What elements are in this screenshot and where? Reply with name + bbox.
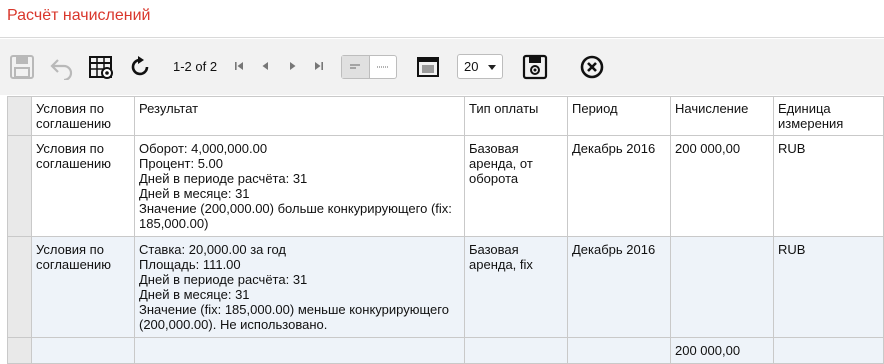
column-header-unit[interactable]: Единица измерения	[773, 96, 884, 136]
page-size-value: 20	[464, 59, 479, 74]
next-page-icon[interactable]	[286, 59, 300, 73]
period-cell: Декабрь 2016	[567, 135, 671, 237]
unit-cell: RUB	[773, 135, 884, 237]
window-icon[interactable]	[414, 53, 442, 81]
column-header-accrual[interactable]: Начисление	[670, 96, 774, 136]
total-empty-cell	[773, 337, 884, 364]
save-icon[interactable]	[8, 53, 36, 81]
total-empty-cell	[134, 337, 465, 364]
title-bar: Расчёт начислений	[0, 0, 884, 38]
accrual-cell: 200 000,00	[670, 135, 774, 237]
undo-icon[interactable]	[48, 53, 76, 81]
align-left-icon[interactable]	[342, 56, 370, 78]
total-empty-cell	[31, 337, 135, 364]
result-line: Значение (fix: 185,000.00) меньше конкур…	[139, 302, 449, 332]
payment-type-cell: Базовая аренда, fix	[464, 236, 568, 338]
first-page-icon[interactable]	[232, 59, 246, 73]
text-wrap-toggle	[341, 55, 397, 79]
grid-settings-icon[interactable]	[87, 53, 115, 81]
align-justify-icon[interactable]	[370, 56, 397, 78]
column-header-payment-type[interactable]: Тип оплаты	[464, 96, 568, 136]
result-line: Площадь: 111.00	[139, 257, 241, 272]
chevron-down-icon	[488, 65, 496, 70]
row-selector[interactable]	[7, 135, 32, 237]
refresh-icon[interactable]	[126, 53, 154, 81]
total-empty-cell	[567, 337, 671, 364]
row-selector[interactable]	[7, 236, 32, 338]
payment-type-cell: Базовая аренда, от оборота	[464, 135, 568, 237]
table-header-row: Условия по соглашению Результат Тип опла…	[7, 96, 884, 136]
result-cell: Ставка: 20,000.00 за год Площадь: 111.00…	[134, 236, 465, 338]
prev-page-icon[interactable]	[258, 59, 272, 73]
toolbar: 1-2 of 2 20	[0, 39, 884, 95]
accruals-table: Условия по соглашению Результат Тип опла…	[7, 96, 884, 364]
result-line: Дней в месяце: 31	[139, 287, 250, 302]
last-page-icon[interactable]	[312, 59, 326, 73]
page-size-select[interactable]: 20	[457, 54, 503, 79]
total-accrual: 200 000,00	[670, 337, 774, 364]
table-row[interactable]: Условия по соглашению Оборот: 4,000,000.…	[7, 135, 884, 237]
pager-text: 1-2 of 2	[173, 59, 218, 74]
result-line: Дней в периоде расчёта: 31	[139, 272, 308, 287]
period-cell: Декабрь 2016	[567, 236, 671, 338]
result-line: Оборот: 4,000,000.00	[139, 141, 268, 156]
result-line: Ставка: 20,000.00 за год	[139, 242, 286, 257]
page-title: Расчёт начислений	[7, 7, 151, 24]
unit-cell: RUB	[773, 236, 884, 338]
column-header-conditions[interactable]: Условия по соглашению	[31, 96, 135, 136]
accrual-cell	[670, 236, 774, 338]
row-selector	[7, 337, 32, 364]
column-header-result[interactable]: Результат	[134, 96, 465, 136]
total-row: 200 000,00	[7, 337, 884, 364]
result-line: Дней в месяце: 31	[139, 186, 250, 201]
row-selector-header[interactable]	[7, 96, 32, 136]
column-header-period[interactable]: Период	[567, 96, 671, 136]
result-line: Процент: 5.00	[139, 156, 223, 171]
result-line: Значение (200,000.00) больше конкурирующ…	[139, 201, 452, 231]
table-row[interactable]: Условия по соглашению Ставка: 20,000.00 …	[7, 236, 884, 338]
conditions-link[interactable]: Условия по соглашению	[31, 236, 135, 338]
total-empty-cell	[464, 337, 568, 364]
result-line: Дней в периоде расчёта: 31	[139, 171, 308, 186]
conditions-link[interactable]: Условия по соглашению	[31, 135, 135, 237]
close-icon[interactable]	[578, 53, 606, 81]
export-icon[interactable]	[521, 53, 549, 81]
result-cell: Оборот: 4,000,000.00 Процент: 5.00 Дней …	[134, 135, 465, 237]
